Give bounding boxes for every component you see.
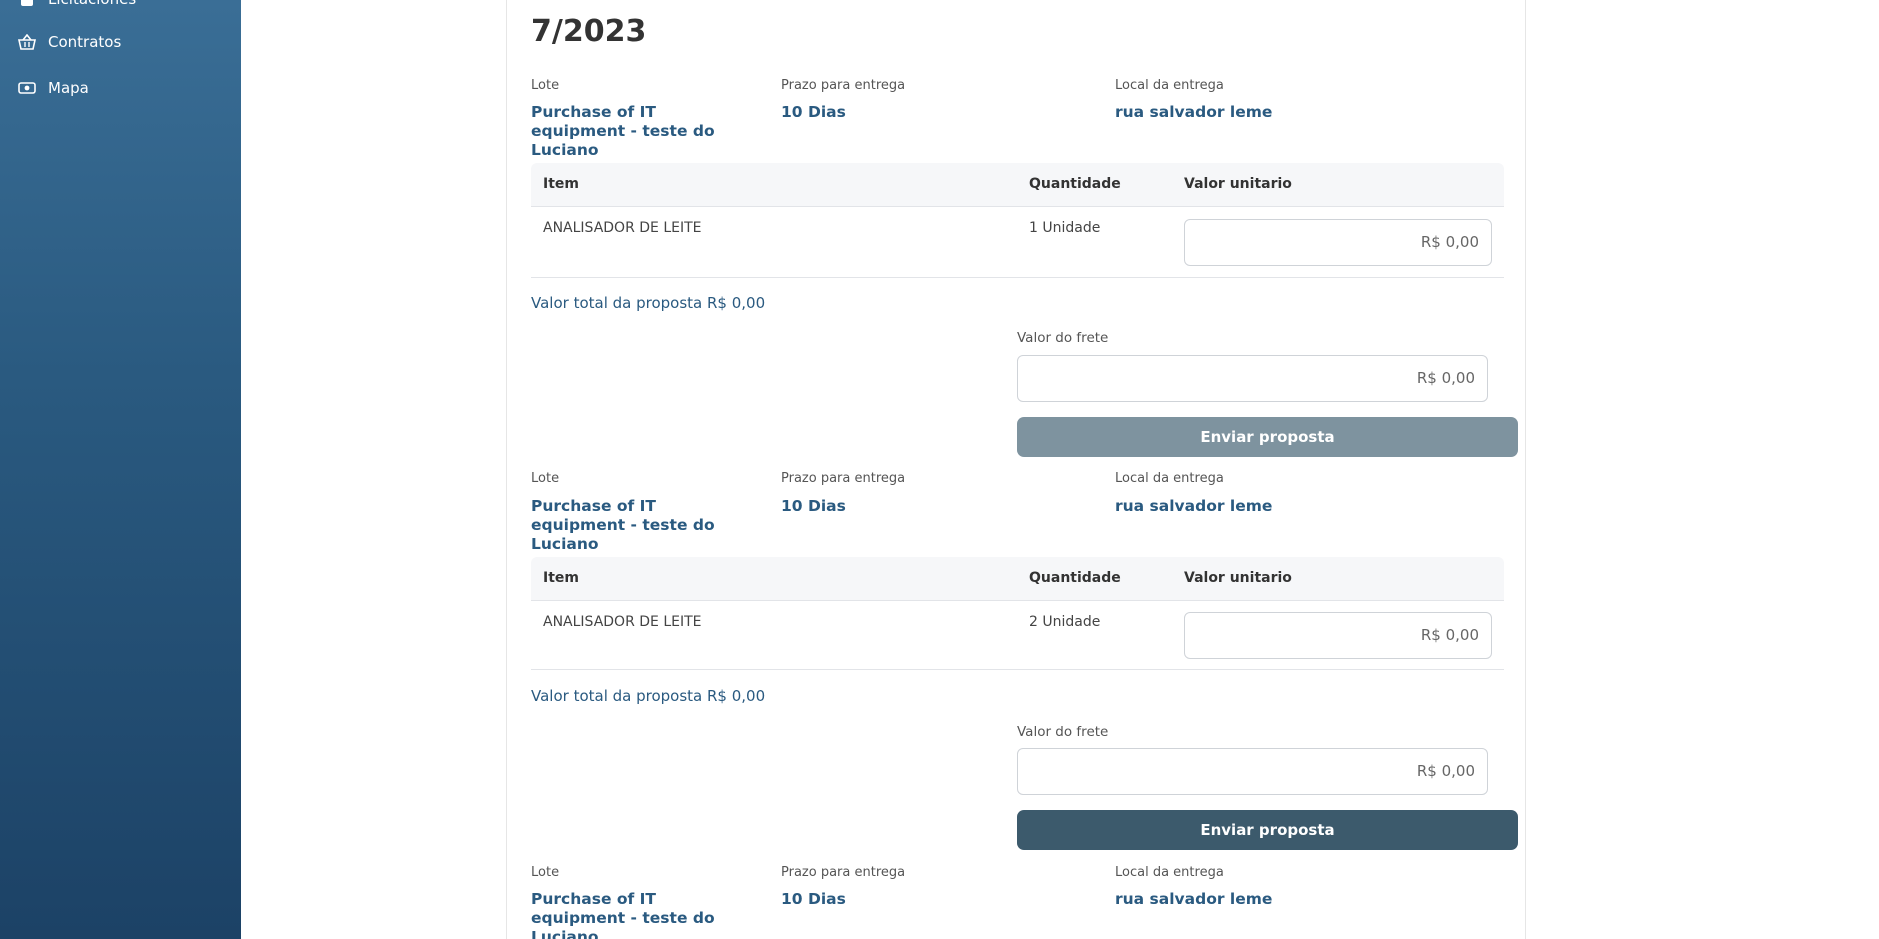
lote-label: Lote: [531, 865, 560, 880]
item-name: ANALISADOR DE LEITE: [543, 220, 702, 236]
column-header-item: Item: [543, 570, 579, 586]
table-header: Item Quantidade Valor unitario: [531, 557, 1504, 601]
sidebar-item-label: Mapa: [48, 79, 89, 97]
prazo-value: 10 Dias: [781, 890, 846, 908]
local-label: Local da entrega: [1115, 471, 1224, 486]
column-header-valor: Valor unitario: [1184, 176, 1292, 192]
sidebar-item-mapa[interactable]: Mapa: [18, 79, 89, 97]
item-name: ANALISADOR DE LEITE: [543, 614, 702, 630]
page-title: 7/2023: [531, 14, 647, 49]
local-value: rua salvador leme: [1115, 497, 1273, 515]
sidebar-item-licitaciones[interactable]: Licitaciones: [18, 0, 136, 8]
sidebar-item-label: Contratos: [48, 33, 122, 51]
row-divider: [531, 669, 1504, 670]
send-proposal-button[interactable]: Enviar proposta: [1017, 417, 1518, 457]
lote-label: Lote: [531, 78, 560, 93]
column-header-quantidade: Quantidade: [1029, 176, 1121, 192]
prazo-label: Prazo para entrega: [781, 865, 906, 880]
row-divider: [531, 277, 1504, 278]
table-header: Item Quantidade Valor unitario: [531, 163, 1504, 207]
column-header-item: Item: [543, 176, 579, 192]
prazo-label: Prazo para entrega: [781, 78, 906, 93]
basket-icon: [18, 33, 36, 51]
sidebar-item-label: Licitaciones: [48, 0, 136, 8]
prazo-value: 10 Dias: [781, 497, 846, 515]
frete-input[interactable]: R$ 0,00: [1017, 748, 1488, 795]
local-value: rua salvador leme: [1115, 890, 1273, 908]
local-label: Local da entrega: [1115, 865, 1224, 880]
lote-value: Purchase of IT equipment - teste do Luci…: [531, 103, 715, 159]
frete-label: Valor do frete: [1017, 330, 1109, 346]
sidebar-item-contratos[interactable]: Contratos: [18, 33, 121, 51]
document-icon: [18, 0, 36, 8]
frete-input[interactable]: R$ 0,00: [1017, 355, 1488, 402]
send-proposal-button[interactable]: Enviar proposta: [1017, 810, 1518, 850]
prazo-value: 10 Dias: [781, 103, 846, 121]
local-label: Local da entrega: [1115, 78, 1224, 93]
frete-label: Valor do frete: [1017, 724, 1109, 740]
item-quantity: 2 Unidade: [1029, 614, 1101, 630]
map-money-icon: [18, 79, 36, 97]
prazo-label: Prazo para entrega: [781, 471, 906, 486]
local-value: rua salvador leme: [1115, 103, 1273, 121]
proposal-card: 7/2023 Lote Purchase of IT equipment - t…: [506, 0, 1526, 939]
sidebar: Licitaciones Contratos Mapa: [0, 0, 241, 939]
lote-value: Purchase of IT equipment - teste do Luci…: [531, 497, 715, 553]
lote-value: Purchase of IT equipment - teste do Luci…: [531, 890, 715, 939]
proposal-total: Valor total da proposta R$ 0,00: [531, 294, 766, 312]
column-header-quantidade: Quantidade: [1029, 570, 1121, 586]
column-header-valor: Valor unitario: [1184, 570, 1292, 586]
lote-label: Lote: [531, 471, 560, 486]
unit-price-input[interactable]: R$ 0,00: [1184, 612, 1492, 659]
unit-price-input[interactable]: R$ 0,00: [1184, 219, 1492, 266]
proposal-total: Valor total da proposta R$ 0,00: [531, 687, 766, 705]
item-quantity: 1 Unidade: [1029, 220, 1101, 236]
